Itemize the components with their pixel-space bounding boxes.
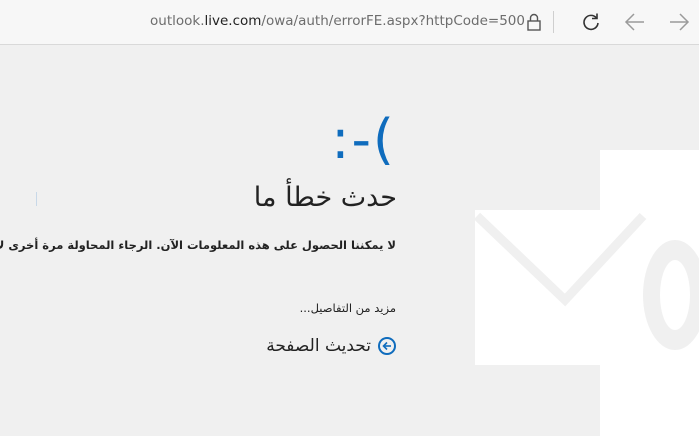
sad-face-emoticon: :-( (331, 108, 396, 171)
arrow-left-circle-icon (378, 337, 396, 355)
more-details-link[interactable]: مزيد من التفاصيل... (300, 301, 396, 315)
error-heading: حدث خطأ ما (253, 182, 397, 213)
error-panel: :-( حدث خطأ ما لا يمكننا الحصول على هذه … (0, 0, 699, 436)
error-message: لا يمكننا الحصول على هذه المعلومات الآن.… (0, 238, 396, 252)
refresh-page-label: تحديث الصفحة (266, 336, 371, 356)
refresh-page-link[interactable]: تحديث الصفحة (266, 334, 396, 358)
